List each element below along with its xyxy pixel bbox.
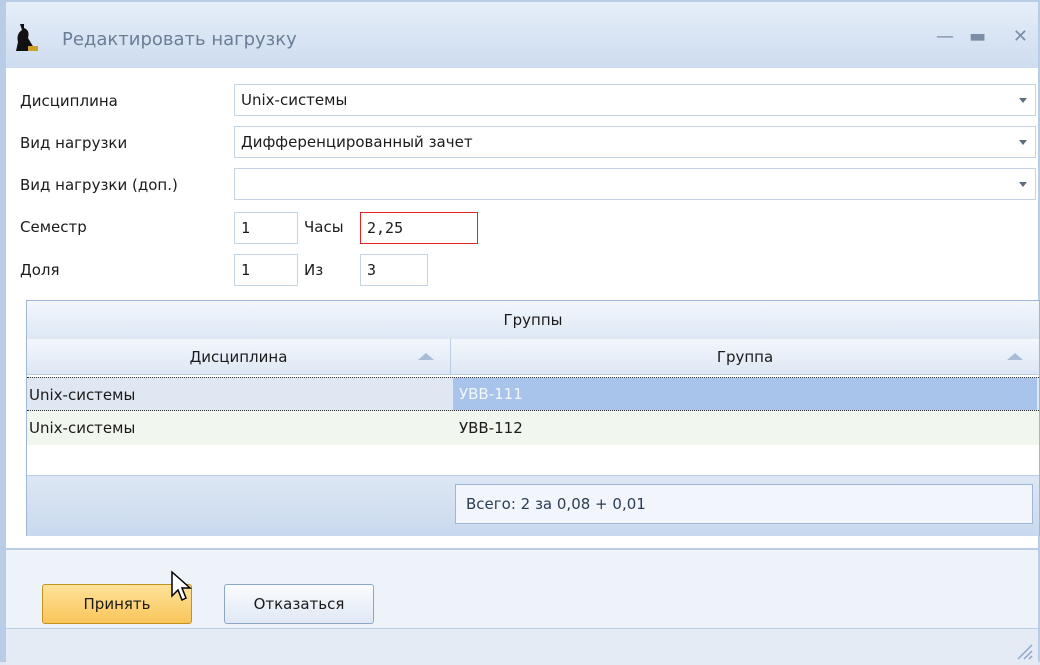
of-label: Из (304, 261, 324, 279)
window-title: Редактировать нагрузку (62, 29, 297, 50)
cell-group: УВВ-111 (453, 378, 1037, 410)
hours-input[interactable]: 2,25 (360, 212, 478, 244)
column-header-label: Дисциплина (189, 348, 288, 366)
groups-caption: Группы (27, 301, 1039, 340)
maximize-icon[interactable]: ▬ (969, 26, 986, 47)
cancel-button[interactable]: Отказаться (224, 584, 374, 624)
load-type-extra-combo[interactable] (234, 168, 1036, 200)
discipline-combo[interactable]: Unix-системы (234, 84, 1036, 116)
mouse-cursor-icon (171, 570, 192, 602)
sort-ascending-icon (418, 353, 434, 360)
load-type-label: Вид нагрузки (20, 134, 128, 152)
column-header-group[interactable]: Группа (451, 339, 1039, 375)
column-header-discipline[interactable]: Дисциплина (27, 339, 451, 375)
load-type-value: Дифференцированный зачет (241, 133, 473, 151)
close-icon[interactable]: ✕ (1013, 26, 1028, 47)
edit-load-window: Редактировать нагрузку — ▬ ✕ Дисциплина … (0, 0, 1040, 665)
chevron-down-icon[interactable] (1019, 98, 1027, 103)
share-input[interactable]: 1 (234, 254, 298, 286)
load-type-extra-label: Вид нагрузки (доп.) (20, 176, 178, 194)
semester-label: Семестр (20, 218, 87, 236)
chevron-down-icon[interactable] (1019, 182, 1027, 187)
groups-grid: Группы Дисциплина Группа Unix-системы УВ… (26, 300, 1040, 536)
semester-value: 1 (241, 219, 251, 237)
total-summary: Всего: 2 за 0,08 + 0,01 (455, 484, 1033, 524)
discipline-value: Unix-системы (241, 91, 348, 109)
cell-discipline: Unix-системы (29, 386, 136, 404)
cell-discipline: Unix-системы (29, 419, 136, 437)
total-text: Всего: 2 за 0,08 + 0,01 (466, 495, 646, 513)
load-type-combo[interactable]: Дифференцированный зачет (234, 126, 1036, 158)
share-value: 1 (241, 261, 251, 279)
of-input[interactable]: 3 (360, 254, 428, 286)
hours-label: Часы (304, 218, 344, 236)
form-content: Дисциплина Unix-системы Вид нагрузки Диф… (6, 68, 1040, 548)
hours-value: 2,25 (367, 219, 404, 237)
button-panel: Принять Отказаться (6, 548, 1038, 630)
status-bar (6, 628, 1038, 665)
sort-ascending-icon (1007, 353, 1023, 360)
title-bar[interactable]: Редактировать нагрузку — ▬ ✕ (6, 2, 1038, 69)
share-label: Доля (20, 261, 60, 279)
cell-group: УВВ-112 (459, 419, 523, 437)
app-icon (16, 24, 38, 51)
grid-footer: Всего: 2 за 0,08 + 0,01 (27, 475, 1039, 536)
table-row[interactable]: Unix-системы УВВ-112 (27, 411, 1039, 445)
table-row[interactable]: Unix-системы УВВ-111 (27, 377, 1039, 411)
chevron-down-icon[interactable] (1019, 140, 1027, 145)
of-value: 3 (367, 261, 377, 279)
column-header-label: Группа (716, 348, 774, 366)
minimize-icon[interactable]: — (936, 26, 954, 47)
resize-grip-icon[interactable] (1014, 641, 1034, 661)
discipline-label: Дисциплина (20, 92, 118, 110)
semester-input[interactable]: 1 (234, 212, 298, 244)
